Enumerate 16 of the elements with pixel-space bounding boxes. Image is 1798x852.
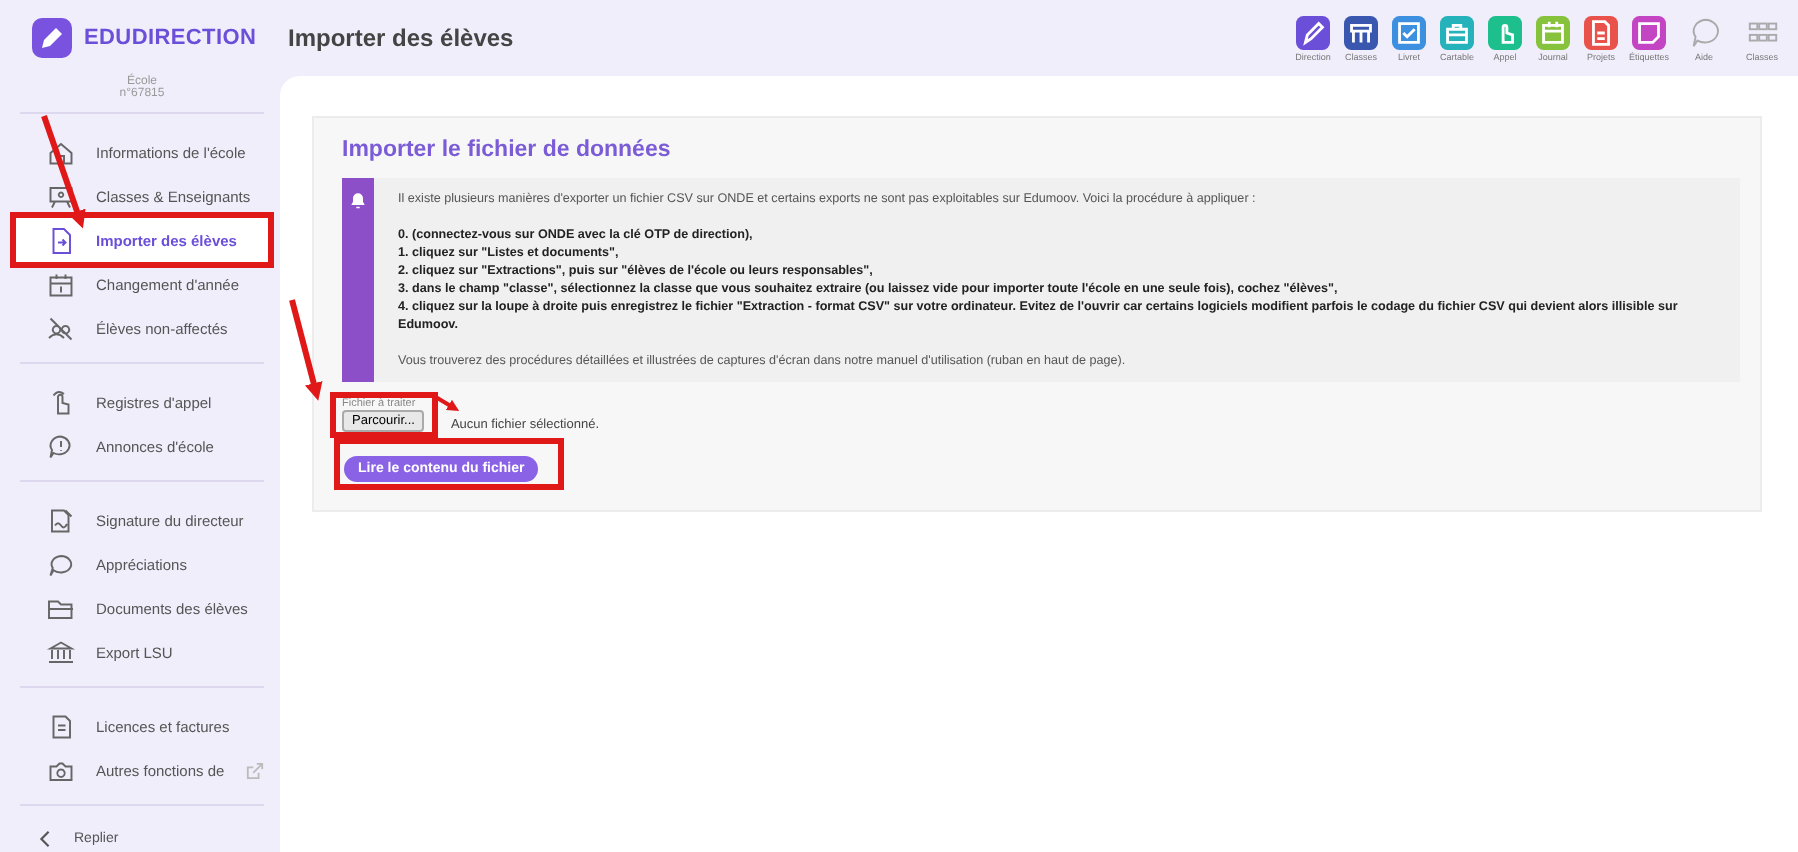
nav-icon [46,637,76,667]
chat-icon [1687,15,1721,49]
nav-icon [46,181,76,211]
page-title: Importer des élèves [288,24,516,52]
nav-icon [46,137,76,167]
annotation-arrow [289,299,323,401]
section-title: Importer le fichier de données [342,138,673,162]
bell-icon [348,190,368,210]
nav-icon [46,269,76,299]
app-logo: EDUDIRECTION [84,26,257,50]
nav-icon [46,431,76,461]
nav-icon [46,313,76,343]
logo-icon [32,18,72,58]
nav-icon [46,549,76,579]
nav-icon [46,505,76,535]
chevron-left-icon [36,829,54,847]
